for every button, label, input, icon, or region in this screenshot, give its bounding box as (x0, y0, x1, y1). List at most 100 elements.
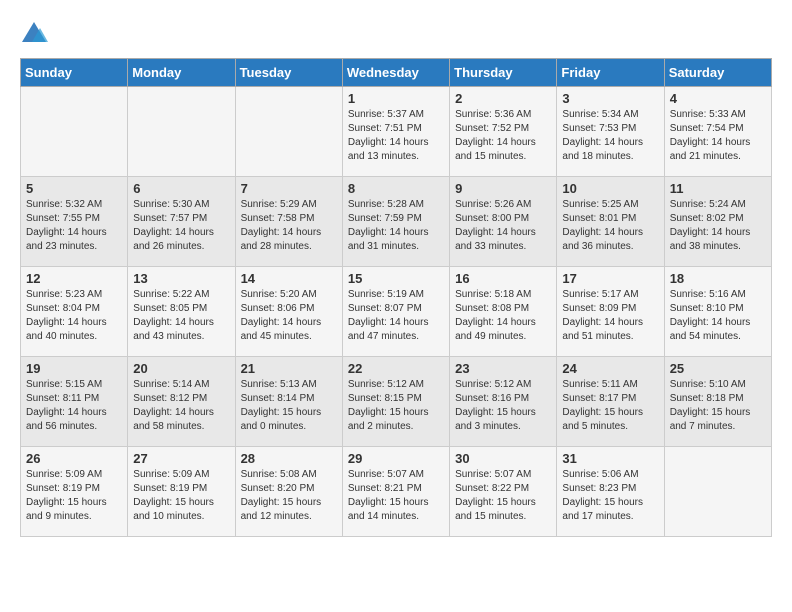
day-number: 5 (26, 181, 122, 196)
day-number: 15 (348, 271, 444, 286)
day-info: Sunrise: 5:13 AM Sunset: 8:14 PM Dayligh… (241, 378, 337, 434)
day-number: 30 (455, 451, 551, 466)
calendar-cell: 29 Sunrise: 5:07 AM Sunset: 8:21 PM Dayli… (342, 447, 449, 537)
calendar-cell: 15 Sunrise: 5:19 AM Sunset: 8:07 PM Dayli… (342, 267, 449, 357)
day-number: 1 (348, 91, 444, 106)
day-info: Sunrise: 5:33 AM Sunset: 7:54 PM Dayligh… (670, 108, 766, 164)
calendar-week-row: 12Sunrise: 5:23 AM Sunset: 8:04 PM Dayli… (21, 267, 772, 357)
day-info: Sunrise: 5:09 AM Sunset: 8:19 PM Dayligh… (133, 468, 229, 524)
calendar-cell: 22 Sunrise: 5:12 AM Sunset: 8:15 PM Dayli… (342, 357, 449, 447)
day-info: Sunrise: 5:09 AM Sunset: 8:19 PM Dayligh… (26, 468, 122, 524)
calendar-cell: 12Sunrise: 5:23 AM Sunset: 8:04 PM Dayli… (21, 267, 128, 357)
calendar-table: SundayMondayTuesdayWednesdayThursdayFrid… (20, 58, 772, 537)
day-info: Sunrise: 5:26 AM Sunset: 8:00 PM Dayligh… (455, 198, 551, 254)
weekday-header: Friday (557, 59, 664, 87)
calendar-cell: 5 Sunrise: 5:32 AM Sunset: 7:55 PM Daylig… (21, 177, 128, 267)
day-info: Sunrise: 5:34 AM Sunset: 7:53 PM Dayligh… (562, 108, 658, 164)
calendar-cell: 1 Sunrise: 5:37 AM Sunset: 7:51 PM Daylig… (342, 87, 449, 177)
calendar-cell: 6Sunrise: 5:30 AM Sunset: 7:57 PM Daylig… (128, 177, 235, 267)
day-number: 13 (133, 271, 229, 286)
calendar-week-row: 5 Sunrise: 5:32 AM Sunset: 7:55 PM Daylig… (21, 177, 772, 267)
day-info: Sunrise: 5:10 AM Sunset: 8:18 PM Dayligh… (670, 378, 766, 434)
calendar-cell: 3 Sunrise: 5:34 AM Sunset: 7:53 PM Daylig… (557, 87, 664, 177)
day-info: Sunrise: 5:20 AM Sunset: 8:06 PM Dayligh… (241, 288, 337, 344)
calendar-cell (128, 87, 235, 177)
calendar-cell: 16Sunrise: 5:18 AM Sunset: 8:08 PM Dayli… (450, 267, 557, 357)
calendar-cell: 9 Sunrise: 5:26 AM Sunset: 8:00 PM Daylig… (450, 177, 557, 267)
calendar-cell: 30 Sunrise: 5:07 AM Sunset: 8:22 PM Dayli… (450, 447, 557, 537)
day-number: 16 (455, 271, 551, 286)
weekday-header: Sunday (21, 59, 128, 87)
day-info: Sunrise: 5:29 AM Sunset: 7:58 PM Dayligh… (241, 198, 337, 254)
day-info: Sunrise: 5:16 AM Sunset: 8:10 PM Dayligh… (670, 288, 766, 344)
day-number: 26 (26, 451, 122, 466)
calendar-cell: 19 Sunrise: 5:15 AM Sunset: 8:11 PM Dayli… (21, 357, 128, 447)
calendar-cell: 11Sunrise: 5:24 AM Sunset: 8:02 PM Dayli… (664, 177, 771, 267)
calendar-cell: 2 Sunrise: 5:36 AM Sunset: 7:52 PM Daylig… (450, 87, 557, 177)
weekday-header: Thursday (450, 59, 557, 87)
day-number: 18 (670, 271, 766, 286)
day-info: Sunrise: 5:25 AM Sunset: 8:01 PM Dayligh… (562, 198, 658, 254)
weekday-header: Saturday (664, 59, 771, 87)
calendar-cell (235, 87, 342, 177)
day-info: Sunrise: 5:36 AM Sunset: 7:52 PM Dayligh… (455, 108, 551, 164)
day-number: 8 (348, 181, 444, 196)
logo (20, 20, 52, 48)
calendar-cell: 24 Sunrise: 5:11 AM Sunset: 8:17 PM Dayli… (557, 357, 664, 447)
weekday-header: Tuesday (235, 59, 342, 87)
calendar-cell: 20 Sunrise: 5:14 AM Sunset: 8:12 PM Dayli… (128, 357, 235, 447)
day-number: 4 (670, 91, 766, 106)
day-number: 2 (455, 91, 551, 106)
day-info: Sunrise: 5:19 AM Sunset: 8:07 PM Dayligh… (348, 288, 444, 344)
calendar-cell: 17Sunrise: 5:17 AM Sunset: 8:09 PM Dayli… (557, 267, 664, 357)
day-info: Sunrise: 5:15 AM Sunset: 8:11 PM Dayligh… (26, 378, 122, 434)
day-number: 7 (241, 181, 337, 196)
day-number: 29 (348, 451, 444, 466)
day-info: Sunrise: 5:06 AM Sunset: 8:23 PM Dayligh… (562, 468, 658, 524)
calendar-cell: 4 Sunrise: 5:33 AM Sunset: 7:54 PM Daylig… (664, 87, 771, 177)
page-header (20, 20, 772, 48)
day-number: 12 (26, 271, 122, 286)
day-number: 28 (241, 451, 337, 466)
day-info: Sunrise: 5:11 AM Sunset: 8:17 PM Dayligh… (562, 378, 658, 434)
day-number: 24 (562, 361, 658, 376)
calendar-cell: 31 Sunrise: 5:06 AM Sunset: 8:23 PM Dayli… (557, 447, 664, 537)
weekday-header: Wednesday (342, 59, 449, 87)
calendar-cell: 23Sunrise: 5:12 AM Sunset: 8:16 PM Dayli… (450, 357, 557, 447)
day-number: 3 (562, 91, 658, 106)
calendar-cell (21, 87, 128, 177)
calendar-cell: 18 Sunrise: 5:16 AM Sunset: 8:10 PM Dayli… (664, 267, 771, 357)
day-info: Sunrise: 5:12 AM Sunset: 8:16 PM Dayligh… (455, 378, 551, 434)
day-number: 27 (133, 451, 229, 466)
calendar-cell: 27 Sunrise: 5:09 AM Sunset: 8:19 PM Dayli… (128, 447, 235, 537)
day-number: 31 (562, 451, 658, 466)
day-info: Sunrise: 5:32 AM Sunset: 7:55 PM Dayligh… (26, 198, 122, 254)
day-info: Sunrise: 5:17 AM Sunset: 8:09 PM Dayligh… (562, 288, 658, 344)
calendar-cell: 21 Sunrise: 5:13 AM Sunset: 8:14 PM Dayli… (235, 357, 342, 447)
day-number: 10 (562, 181, 658, 196)
day-info: Sunrise: 5:30 AM Sunset: 7:57 PM Dayligh… (133, 198, 229, 254)
day-number: 20 (133, 361, 229, 376)
calendar-cell: 7 Sunrise: 5:29 AM Sunset: 7:58 PM Daylig… (235, 177, 342, 267)
calendar-cell (664, 447, 771, 537)
weekday-header: Monday (128, 59, 235, 87)
day-info: Sunrise: 5:12 AM Sunset: 8:15 PM Dayligh… (348, 378, 444, 434)
calendar-cell: 10 Sunrise: 5:25 AM Sunset: 8:01 PM Dayli… (557, 177, 664, 267)
day-number: 14 (241, 271, 337, 286)
calendar-cell: 14 Sunrise: 5:20 AM Sunset: 8:06 PM Dayli… (235, 267, 342, 357)
day-number: 21 (241, 361, 337, 376)
day-number: 19 (26, 361, 122, 376)
day-info: Sunrise: 5:37 AM Sunset: 7:51 PM Dayligh… (348, 108, 444, 164)
day-number: 9 (455, 181, 551, 196)
day-info: Sunrise: 5:07 AM Sunset: 8:21 PM Dayligh… (348, 468, 444, 524)
calendar-week-row: 19 Sunrise: 5:15 AM Sunset: 8:11 PM Dayli… (21, 357, 772, 447)
calendar-cell: 8Sunrise: 5:28 AM Sunset: 7:59 PM Daylig… (342, 177, 449, 267)
day-info: Sunrise: 5:24 AM Sunset: 8:02 PM Dayligh… (670, 198, 766, 254)
day-info: Sunrise: 5:08 AM Sunset: 8:20 PM Dayligh… (241, 468, 337, 524)
day-info: Sunrise: 5:14 AM Sunset: 8:12 PM Dayligh… (133, 378, 229, 434)
calendar-week-row: 26 Sunrise: 5:09 AM Sunset: 8:19 PM Dayli… (21, 447, 772, 537)
calendar-week-row: 1 Sunrise: 5:37 AM Sunset: 7:51 PM Daylig… (21, 87, 772, 177)
day-info: Sunrise: 5:07 AM Sunset: 8:22 PM Dayligh… (455, 468, 551, 524)
day-number: 25 (670, 361, 766, 376)
day-number: 22 (348, 361, 444, 376)
